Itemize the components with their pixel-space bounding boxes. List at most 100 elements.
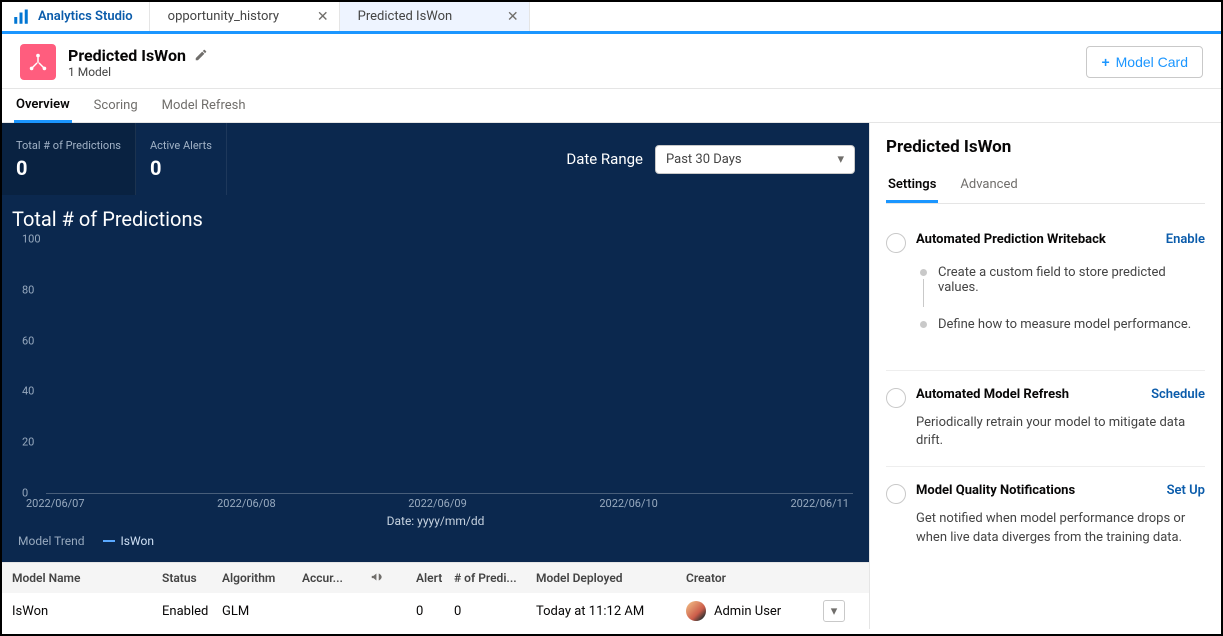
y-tick: 20 [22, 436, 34, 449]
top-tab-strip: Analytics Studio opportunity_history ✕ P… [2, 2, 1221, 34]
stat-value: 0 [16, 156, 121, 180]
close-icon[interactable]: ✕ [507, 10, 519, 24]
writeback-step: Define how to measure model performance. [916, 317, 1205, 332]
cell-predictions: 0 [454, 604, 536, 619]
legend-title: Model Trend [18, 534, 85, 548]
model-card-button-label: Model Card [1116, 54, 1188, 70]
legend-series[interactable]: IsWon [103, 534, 154, 548]
dashboard-canvas: Total # of Predictions 0 Active Alerts 0… [2, 123, 869, 562]
plus-icon: + [1101, 54, 1109, 70]
setting-refresh: Automated Model Refresh Schedule Periodi… [886, 371, 1205, 467]
megaphone-icon [370, 570, 384, 584]
th-predictions[interactable]: # of Predi... [454, 571, 536, 585]
models-table: Model Name Status Algorithm Accur... Ale… [2, 562, 869, 629]
status-indicator-empty [886, 233, 906, 253]
chart-area: Total # of Predictions 100 80 60 40 20 0… [2, 195, 869, 562]
th-creator[interactable]: Creator [686, 571, 823, 585]
x-axis-label: Date: yyyy/mm/dd [12, 514, 859, 528]
dropdown-value: Past 30 Days [666, 152, 742, 167]
right-panel-title: Predicted IsWon [886, 137, 1205, 157]
x-tick: 2022/06/09 [408, 497, 467, 510]
setting-title: Automated Prediction Writeback [916, 232, 1106, 247]
stat-strip: Total # of Predictions 0 Active Alerts 0… [2, 123, 869, 195]
stat-active-alerts[interactable]: Active Alerts 0 [136, 123, 227, 195]
y-tick: 40 [22, 385, 34, 398]
close-icon[interactable]: ✕ [317, 10, 329, 24]
date-range-label: Date Range [566, 150, 643, 168]
th-model-name[interactable]: Model Name [12, 571, 162, 585]
tab-overview[interactable]: Overview [14, 89, 72, 123]
schedule-link[interactable]: Schedule [1151, 387, 1205, 402]
edit-icon[interactable] [194, 48, 208, 62]
avatar-icon [686, 601, 706, 621]
th-deployed[interactable]: Model Deployed [536, 571, 686, 585]
x-tick: 2022/06/11 [790, 497, 849, 510]
app-home-label: Analytics Studio [38, 9, 133, 24]
date-range-control: Date Range Past 30 Days ▾ [566, 145, 869, 174]
page-title: Predicted IsWon [68, 46, 186, 65]
th-alerts[interactable]: Alert [416, 571, 454, 585]
page-sub-tabs: Overview Scoring Model Refresh [2, 89, 1221, 123]
setting-title: Automated Model Refresh [916, 387, 1069, 402]
page-header: Predicted IsWon 1 Model + Model Card [2, 34, 1221, 89]
creator-name: Admin User [714, 604, 781, 619]
model-manager-icon [20, 44, 56, 80]
row-actions-button[interactable]: ▾ [823, 600, 845, 622]
main-content: Total # of Predictions 0 Active Alerts 0… [2, 123, 1221, 629]
stat-label: Active Alerts [150, 139, 212, 152]
x-tick: 2022/06/08 [217, 497, 276, 510]
setting-description: Get notified when model performance drop… [916, 510, 1205, 546]
app-home-tab[interactable]: Analytics Studio [2, 2, 150, 31]
chart-legend: Model Trend IsWon [12, 528, 859, 556]
x-tick: 2022/06/07 [26, 497, 85, 510]
writeback-step: Create a custom field to store predicted… [916, 265, 1205, 295]
th-status[interactable]: Status [162, 571, 222, 585]
analytics-icon [12, 8, 30, 26]
set-up-link[interactable]: Set Up [1167, 483, 1205, 498]
tab-label: Predicted IsWon [358, 9, 453, 24]
legend-series-label: IsWon [121, 534, 154, 548]
page-title-row: Predicted IsWon [68, 46, 208, 65]
y-tick: 0 [22, 487, 28, 500]
chart-canvas[interactable]: 100 80 60 40 20 0 [16, 239, 859, 493]
tab-scoring[interactable]: Scoring [92, 89, 140, 123]
x-axis-ticks: 2022/06/07 2022/06/08 2022/06/09 2022/06… [12, 493, 859, 510]
tab-opportunity-history[interactable]: opportunity_history ✕ [150, 2, 340, 31]
tab-settings[interactable]: Settings [886, 171, 938, 203]
stat-total-predictions[interactable]: Total # of Predictions 0 [2, 123, 136, 195]
y-tick: 80 [22, 283, 34, 296]
stat-value: 0 [150, 156, 212, 180]
th-accuracy[interactable]: Accur... [302, 571, 370, 585]
tab-advanced[interactable]: Advanced [958, 171, 1019, 203]
setting-writeback: Automated Prediction Writeback Enable Cr… [886, 216, 1205, 371]
chevron-down-icon: ▾ [831, 604, 838, 619]
writeback-steps: Create a custom field to store predicted… [916, 265, 1205, 332]
cell-status: Enabled [162, 604, 222, 619]
status-indicator-empty [886, 388, 906, 408]
setting-quality: Model Quality Notifications Set Up Get n… [886, 467, 1205, 562]
table-header: Model Name Status Algorithm Accur... Ale… [2, 563, 869, 593]
chart-title: Total # of Predictions [12, 207, 859, 231]
enable-link[interactable]: Enable [1166, 232, 1205, 247]
th-alerts-icon[interactable] [370, 570, 416, 587]
table-row[interactable]: IsWon Enabled GLM 0 0 Today at 11:12 AM … [2, 593, 869, 629]
page-subtitle: 1 Model [68, 65, 208, 79]
chevron-down-icon: ▾ [837, 152, 844, 167]
date-range-dropdown[interactable]: Past 30 Days ▾ [655, 145, 855, 174]
tab-model-refresh[interactable]: Model Refresh [160, 89, 248, 123]
status-indicator-empty [886, 484, 906, 504]
cell-creator: Admin User [686, 601, 823, 621]
cell-algorithm: GLM [222, 604, 302, 619]
right-panel-tabs: Settings Advanced [886, 171, 1205, 204]
tab-predicted-iswon[interactable]: Predicted IsWon ✕ [340, 2, 530, 31]
th-algorithm[interactable]: Algorithm [222, 571, 302, 585]
dashboard-panel: Total # of Predictions 0 Active Alerts 0… [2, 123, 869, 629]
model-card-button[interactable]: + Model Card [1086, 46, 1203, 78]
setting-title: Model Quality Notifications [916, 483, 1075, 498]
x-tick: 2022/06/10 [599, 497, 658, 510]
y-tick: 60 [22, 334, 34, 347]
cell-model-name: IsWon [12, 604, 162, 619]
setting-description: Periodically retrain your model to mitig… [916, 414, 1205, 450]
page-header-left: Predicted IsWon 1 Model [20, 44, 208, 80]
cell-alerts: 0 [416, 604, 454, 619]
